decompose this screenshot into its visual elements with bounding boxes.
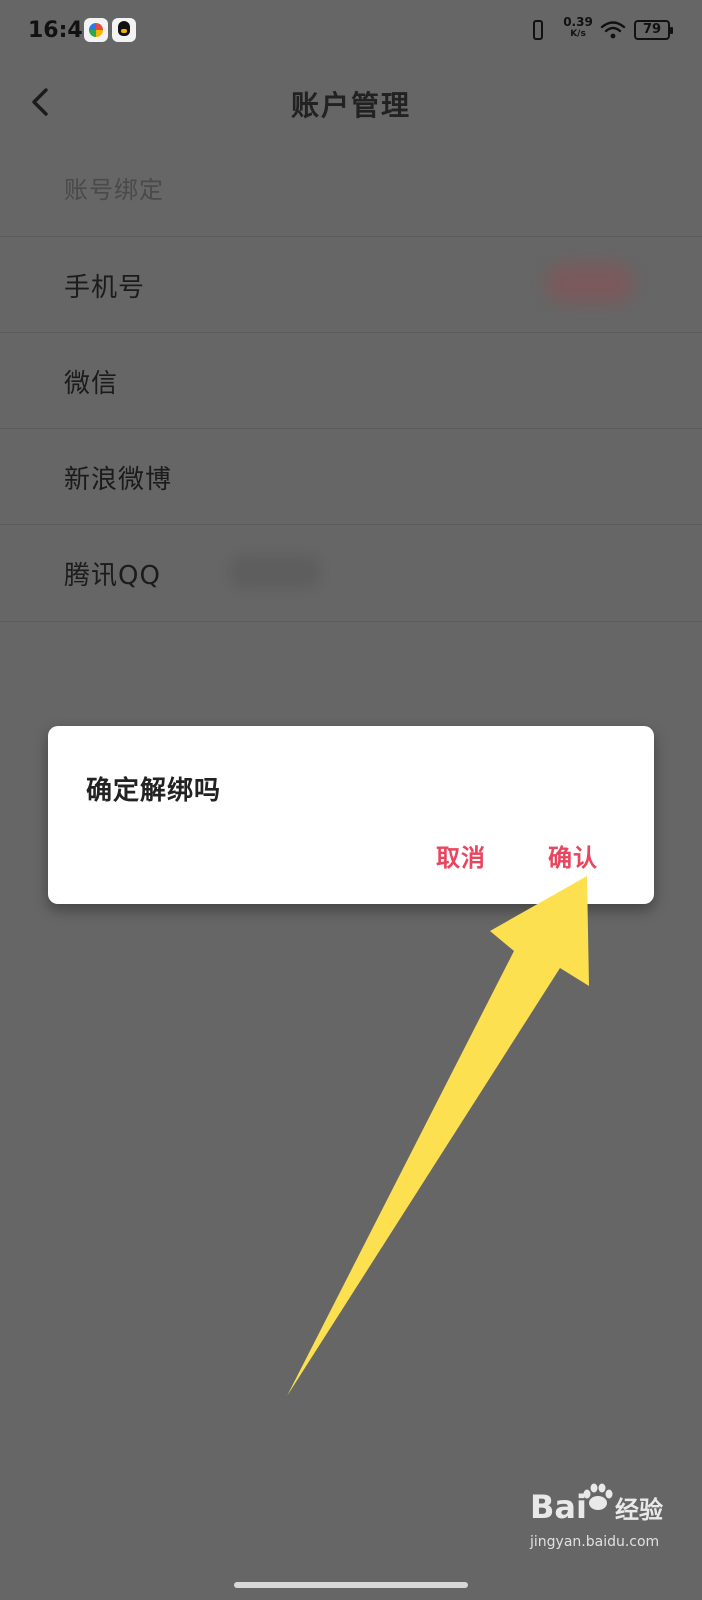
watermark-logo-text: Bai: [530, 1488, 587, 1526]
qq-icon: [112, 18, 136, 42]
account-management-screen: 16:41 0.39 K/s 79 账户管理 账号绑定 手机号 微信 新浪微博 …: [0, 0, 702, 1600]
blurred-account-name: [230, 555, 320, 589]
blurred-badge: [545, 263, 635, 303]
list-item-weibo[interactable]: 新浪微博: [0, 428, 702, 525]
app-icon: [84, 18, 108, 42]
network-speed-value: 0.39: [563, 15, 593, 29]
vibrate-icon: [533, 20, 543, 40]
list-item-qq[interactable]: 腾讯QQ: [0, 524, 702, 622]
home-indicator[interactable]: [234, 1582, 468, 1588]
list-item-label: 微信: [64, 369, 119, 399]
list-item-label: 腾讯QQ: [64, 561, 161, 591]
network-speed: 0.39 K/s: [562, 16, 594, 39]
list-item-phone[interactable]: 手机号: [0, 236, 702, 333]
paw-icon: [583, 1483, 613, 1510]
watermark-logo-suffix: 经验: [614, 1496, 663, 1524]
section-header-account-binding: 账号绑定: [64, 176, 164, 204]
list-item-label: 新浪微博: [64, 465, 173, 495]
network-speed-unit: K/s: [570, 29, 586, 39]
cancel-button[interactable]: 取消: [436, 838, 486, 873]
dialog-message: 确定解绑吗: [86, 776, 222, 806]
battery-icon: 79: [634, 20, 673, 40]
page-title: 账户管理: [290, 89, 411, 122]
status-bar: 16:41 0.39 K/s 79: [0, 0, 702, 64]
wifi-icon: [600, 21, 626, 39]
list-item-label: 手机号: [64, 273, 146, 303]
unbind-confirm-dialog: 确定解绑吗 取消 确认: [48, 726, 654, 904]
baidu-watermark: Bai 经验 jingyan.baidu.com: [530, 1483, 680, 1558]
confirm-button[interactable]: 确认: [548, 838, 598, 873]
list-item-wechat[interactable]: 微信: [0, 332, 702, 429]
watermark-url: jingyan.baidu.com: [530, 1534, 660, 1550]
